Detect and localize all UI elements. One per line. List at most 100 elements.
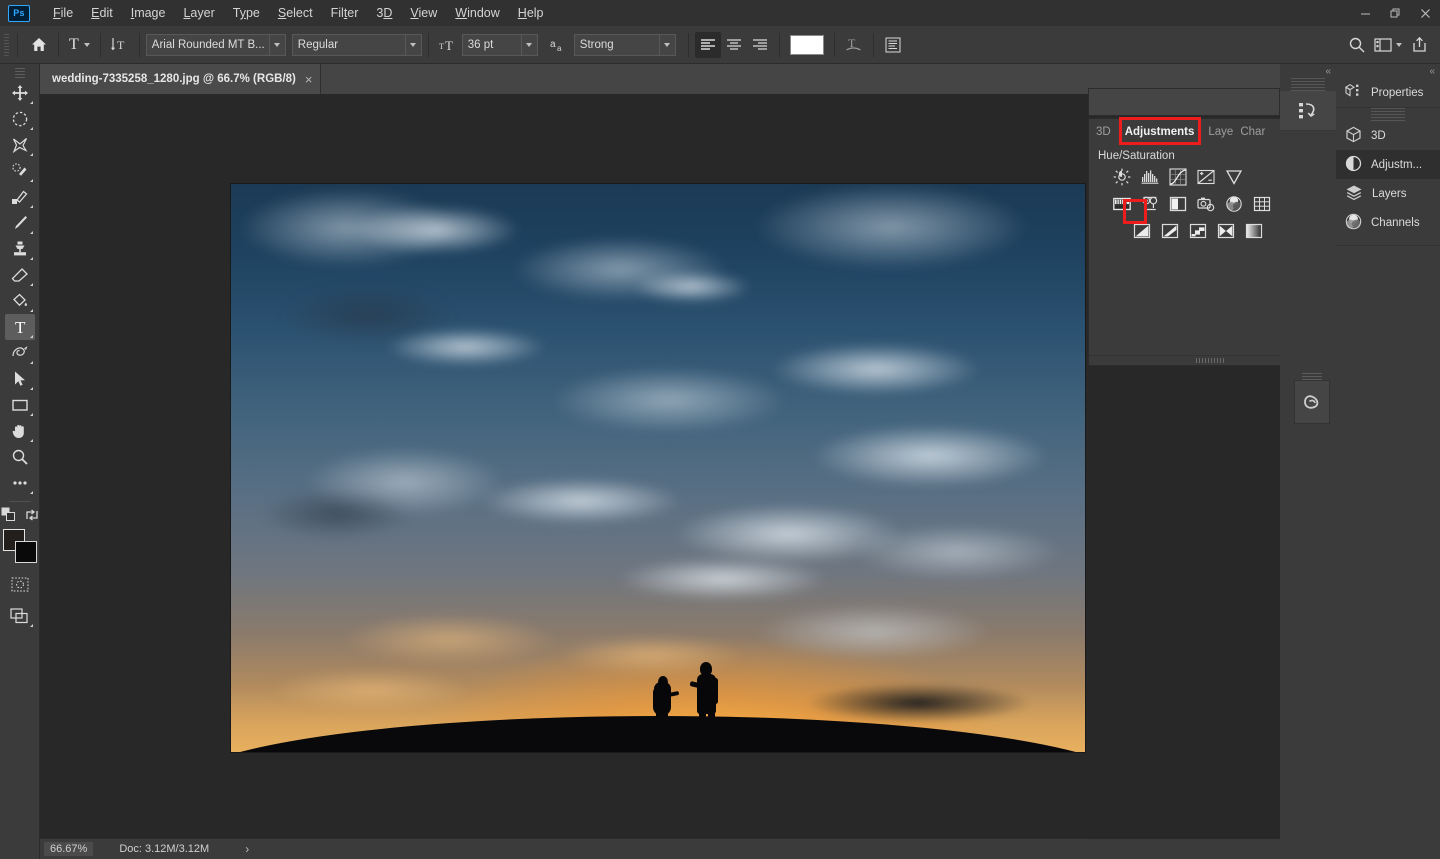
- invert-adjustment-icon[interactable]: [1133, 222, 1151, 240]
- workspace-arrange-icon[interactable]: [1370, 32, 1406, 58]
- elliptical-marquee-tool[interactable]: [5, 106, 35, 132]
- clone-stamp-tool[interactable]: [5, 236, 35, 262]
- home-icon[interactable]: [26, 32, 52, 58]
- tab-character[interactable]: Char: [1233, 119, 1265, 145]
- character-paragraph-panels-icon[interactable]: [880, 32, 906, 58]
- minimize-icon[interactable]: [1350, 0, 1380, 26]
- threshold-adjustment-icon[interactable]: [1189, 222, 1207, 240]
- brush-tool[interactable]: [5, 210, 35, 236]
- background-color-swatch[interactable]: [14, 541, 37, 563]
- edit-toolbar-tool[interactable]: [5, 470, 35, 496]
- hue-saturation-adjustment-icon[interactable]: [1113, 195, 1131, 213]
- pen-tool[interactable]: [5, 340, 35, 366]
- panel-dock-collapse-button[interactable]: «: [1336, 64, 1440, 78]
- align-center-button[interactable]: [721, 32, 747, 58]
- close-icon[interactable]: [1410, 0, 1440, 26]
- dock-collapse-button[interactable]: «: [1280, 64, 1336, 78]
- chevron-down-icon[interactable]: [83, 42, 90, 47]
- dock-item-3d[interactable]: 3D: [1336, 121, 1440, 150]
- creative-cloud-libraries-icon[interactable]: [1294, 380, 1330, 424]
- text-color-swatch[interactable]: [786, 32, 828, 58]
- gradient-map-adjustment-icon[interactable]: [1245, 222, 1263, 240]
- rectangle-tool[interactable]: [5, 392, 35, 418]
- dock-item-properties[interactable]: Properties: [1336, 78, 1440, 107]
- selective-color-adjustment-icon[interactable]: [1217, 222, 1235, 240]
- paint-bucket-tool[interactable]: [5, 288, 35, 314]
- posterize-adjustment-icon[interactable]: [1161, 222, 1179, 240]
- black-and-white-adjustment-icon[interactable]: [1169, 195, 1187, 213]
- anti-aliasing-select[interactable]: Strong: [573, 33, 676, 56]
- menu-item-type[interactable]: Type: [224, 2, 269, 24]
- levels-adjustment-icon[interactable]: [1141, 168, 1159, 186]
- svg-text:T: T: [117, 38, 125, 52]
- menu-item-edit[interactable]: Edit: [82, 2, 122, 24]
- font-style-select[interactable]: Regular: [291, 33, 422, 56]
- align-left-button[interactable]: [694, 31, 721, 58]
- quick-mask-mode-icon[interactable]: [5, 571, 35, 597]
- swap-colors-icon[interactable]: [25, 508, 39, 527]
- document-image[interactable]: [230, 183, 1086, 753]
- tab-adjustments[interactable]: Adjustments: [1118, 119, 1202, 145]
- toggle-text-orientation-icon[interactable]: T: [107, 32, 133, 58]
- tab-layers[interactable]: Laye: [1201, 119, 1233, 145]
- close-icon[interactable]: ×: [305, 72, 313, 87]
- warp-text-icon[interactable]: T: [841, 32, 867, 58]
- menu-item-help[interactable]: Help: [509, 2, 553, 24]
- toolbar-grip[interactable]: [11, 68, 28, 78]
- brightness-contrast-adjustment-icon[interactable]: [1113, 168, 1131, 186]
- menu-item-3d[interactable]: 3D: [367, 2, 401, 24]
- chevron-down-icon[interactable]: [268, 34, 285, 55]
- dock-grip[interactable]: [1280, 78, 1336, 91]
- default-colors-icon[interactable]: [1, 507, 16, 527]
- align-right-button[interactable]: [747, 32, 773, 58]
- curves-adjustment-icon[interactable]: [1169, 168, 1187, 186]
- screen-mode-icon[interactable]: [5, 603, 35, 629]
- photo-filter-adjustment-icon[interactable]: [1197, 195, 1215, 213]
- chevron-down-icon[interactable]: [658, 34, 675, 55]
- chevron-down-icon[interactable]: [404, 34, 421, 55]
- status-expand-icon[interactable]: ›: [245, 842, 249, 856]
- menu-item-image[interactable]: Image: [122, 2, 175, 24]
- menu-item-view[interactable]: View: [401, 2, 446, 24]
- menu-item-layer[interactable]: Layer: [174, 2, 223, 24]
- share-icon[interactable]: [1406, 32, 1432, 58]
- restore-icon[interactable]: [1380, 0, 1410, 26]
- path-selection-tool[interactable]: [5, 366, 35, 392]
- lasso-tool[interactable]: [5, 132, 35, 158]
- zoom-tool[interactable]: [5, 444, 35, 470]
- eraser-tool[interactable]: [5, 262, 35, 288]
- font-family-select[interactable]: Arial Rounded MT B...: [145, 33, 286, 56]
- dock-item-channels[interactable]: Channels: [1336, 208, 1440, 237]
- options-bar-grip[interactable]: [2, 33, 11, 56]
- type-tool[interactable]: T: [4, 314, 35, 340]
- vibrance-adjustment-icon[interactable]: [1225, 168, 1243, 186]
- history-panel-collapsed[interactable]: [1088, 88, 1280, 116]
- exposure-adjustment-icon[interactable]: [1197, 168, 1215, 186]
- type-tool-preset-icon[interactable]: T: [65, 32, 94, 58]
- panel-group-grip[interactable]: [1336, 108, 1440, 121]
- hand-tool[interactable]: [5, 418, 35, 444]
- document-tab[interactable]: wedding-7335258_1280.jpg @ 66.7% (RGB/8)…: [40, 64, 322, 94]
- channel-mixer-adjustment-icon[interactable]: [1225, 195, 1243, 213]
- menu-item-file[interactable]: File: [44, 2, 82, 24]
- chevron-down-icon[interactable]: [1396, 42, 1402, 47]
- move-tool[interactable]: [5, 80, 35, 106]
- zoom-level-field[interactable]: 66.67%: [44, 842, 94, 856]
- history-panel-icon[interactable]: [1280, 91, 1336, 131]
- eyedropper-tool[interactable]: [5, 184, 35, 210]
- menu-item-window[interactable]: Window: [446, 2, 508, 24]
- chevron-down-icon[interactable]: [520, 34, 537, 55]
- tab-3d[interactable]: 3D: [1089, 119, 1118, 145]
- libraries-dock-grip[interactable]: [1294, 373, 1330, 380]
- menu-item-select[interactable]: Select: [269, 2, 322, 24]
- dock-item-layers[interactable]: Layers: [1336, 179, 1440, 208]
- color-balance-adjustment-icon[interactable]: [1141, 195, 1159, 213]
- collapse-icon[interactable]: «: [1325, 66, 1331, 77]
- quick-selection-tool[interactable]: [5, 158, 35, 184]
- menu-item-filter[interactable]: Filter: [322, 2, 368, 24]
- search-icon[interactable]: [1344, 32, 1370, 58]
- font-size-input[interactable]: 36 pt: [461, 33, 538, 56]
- dock-item-adjustments[interactable]: Adjustm...: [1336, 150, 1440, 179]
- collapse-icon[interactable]: «: [1429, 66, 1435, 77]
- color-lookup-adjustment-icon[interactable]: [1253, 195, 1271, 213]
